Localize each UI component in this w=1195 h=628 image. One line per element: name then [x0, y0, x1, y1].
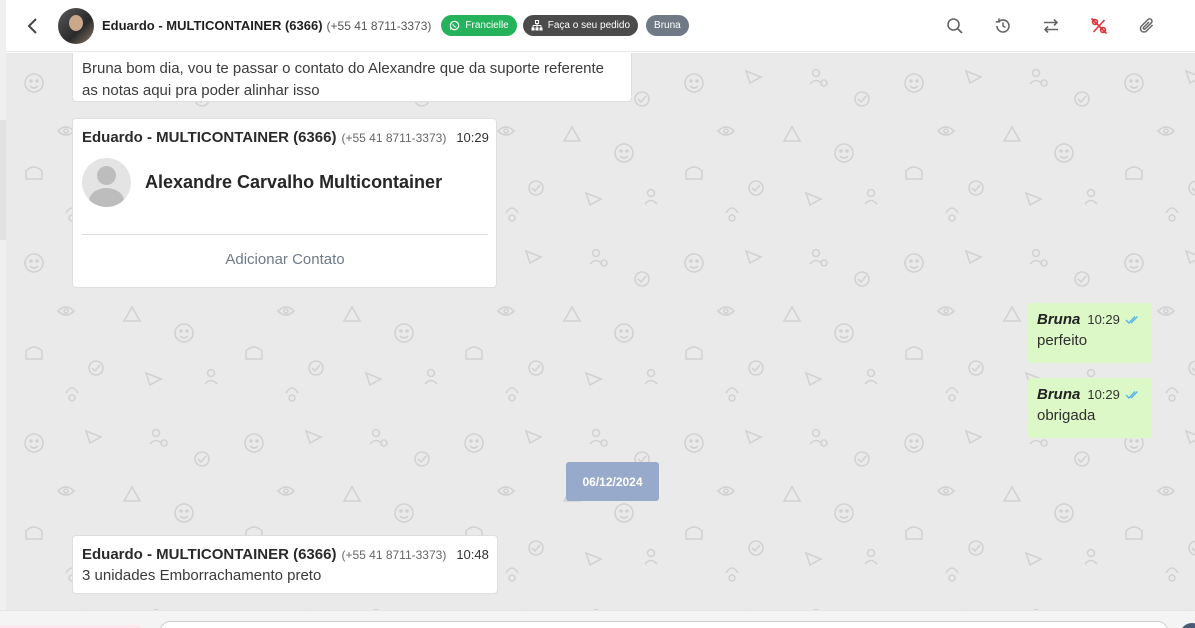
- chat-area[interactable]: Bruna bom dia, vou te passar o contato d…: [6, 53, 1195, 610]
- outgoing-message[interactable]: Bruna 10:29 obrigada: [1028, 378, 1152, 438]
- add-contact-button[interactable]: Adicionar Contato: [82, 251, 488, 268]
- default-avatar-icon: [82, 157, 131, 207]
- transfer-button[interactable]: [1027, 0, 1075, 52]
- agent-badge-label: Bruna: [654, 20, 681, 31]
- agent-badge[interactable]: Bruna: [646, 15, 689, 36]
- sender-phone: (+55 41 8711-3373): [341, 131, 447, 145]
- sender-name: Eduardo - MULTICONTAINER (6366): [82, 546, 337, 563]
- channel-badge-label: Francielle: [465, 20, 509, 31]
- message-time: 10:29: [456, 130, 489, 145]
- sender-name: Eduardo - MULTICONTAINER (6366): [82, 129, 337, 146]
- channel-badge[interactable]: Francielle: [441, 15, 517, 36]
- message-text: 3 unidades Emborrachamento preto: [82, 567, 322, 584]
- shared-contact-card[interactable]: Eduardo - MULTICONTAINER (6366) (+55 41 …: [72, 118, 497, 288]
- history-button[interactable]: [979, 0, 1027, 52]
- message-input[interactable]: [160, 621, 1168, 628]
- back-button[interactable]: [12, 0, 54, 52]
- outgoing-message[interactable]: Bruna 10:29 perfeito: [1028, 303, 1152, 363]
- date-divider: 06/12/2024: [566, 462, 659, 501]
- card-divider: [82, 234, 488, 235]
- message-time: 10:29: [1087, 387, 1120, 402]
- attach-button[interactable]: [1123, 0, 1171, 52]
- header-actions: [931, 0, 1171, 52]
- search-button[interactable]: [931, 0, 979, 52]
- chat-header: Eduardo - MULTICONTAINER (6366) (+55 41 …: [6, 0, 1195, 52]
- message-text: obrigada: [1037, 407, 1096, 424]
- paperclip-icon: [1139, 18, 1154, 33]
- send-button[interactable]: [1180, 623, 1195, 628]
- read-ticks-icon: [1125, 315, 1141, 325]
- search-icon: [947, 18, 963, 34]
- outgoing-header: Bruna 10:29: [1037, 311, 1143, 328]
- incoming-message[interactable]: Bruna bom dia, vou te passar o contato d…: [72, 53, 632, 102]
- shared-contact-name: Alexandre Carvalho Multicontainer: [145, 171, 443, 192]
- no-percent-button[interactable]: [1075, 0, 1123, 52]
- sender-name: Bruna: [1037, 386, 1081, 403]
- no-percent-icon: [1090, 17, 1108, 35]
- chevron-left-icon: [27, 17, 37, 34]
- order-badge[interactable]: Faça o seu pedido: [522, 15, 639, 36]
- contact-card-body: Alexandre Carvalho Multicontainer: [82, 157, 488, 207]
- incoming-message[interactable]: Eduardo - MULTICONTAINER (6366) (+55 41 …: [72, 535, 498, 594]
- message-text: perfeito: [1037, 332, 1088, 349]
- whatsapp-icon: [450, 20, 460, 31]
- sender-line: Eduardo - MULTICONTAINER (6366) (+55 41 …: [82, 546, 489, 563]
- read-ticks-icon: [1125, 390, 1141, 400]
- outgoing-header: Bruna 10:29: [1037, 386, 1143, 403]
- contact-phone: (+55 41 8711-3373): [326, 18, 432, 33]
- flow-icon: [531, 20, 543, 31]
- message-time: 10:29: [1087, 312, 1120, 327]
- contact-avatar[interactable]: [58, 7, 94, 44]
- contact-name[interactable]: Eduardo - MULTICONTAINER (6366): [102, 18, 323, 33]
- order-badge-label: Faça o seu pedido: [547, 20, 631, 31]
- sender-phone: (+55 41 8711-3373): [341, 548, 447, 562]
- sender-name: Bruna: [1037, 311, 1081, 328]
- history-icon: [995, 18, 1010, 33]
- message-time: 10:48: [456, 547, 489, 562]
- message-text: Bruna bom dia, vou te passar o contato d…: [82, 60, 605, 99]
- sender-line: Eduardo - MULTICONTAINER (6366) (+55 41 …: [82, 129, 489, 146]
- transfer-icon: [1043, 18, 1059, 34]
- composer-bar: [0, 610, 1195, 628]
